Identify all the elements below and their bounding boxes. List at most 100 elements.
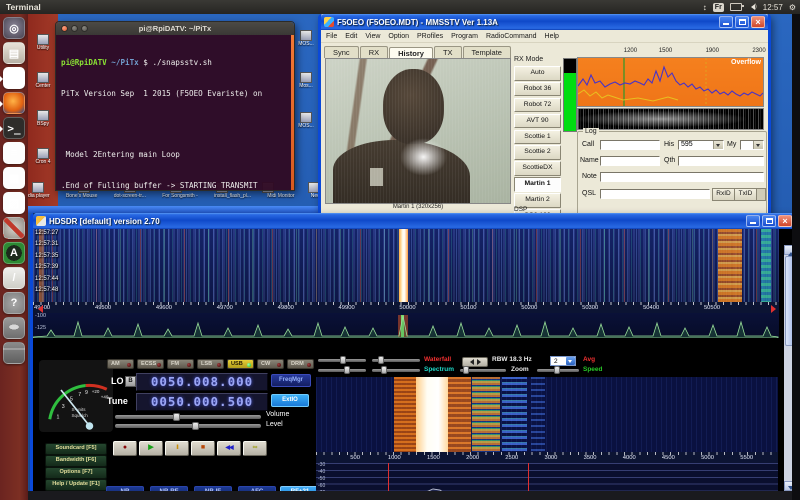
- desktop-icon[interactable]: Utility: [29, 34, 57, 51]
- desktop-icon[interactable]: Mos...: [292, 72, 320, 89]
- launcher-help-icon[interactable]: ?: [3, 292, 25, 314]
- mode-button[interactable]: LSB: [197, 359, 224, 369]
- session-gear-icon[interactable]: ⚙: [789, 3, 796, 12]
- chevron-down-icon[interactable]: [713, 141, 723, 149]
- rewind-button[interactable]: ◀◀: [217, 441, 241, 456]
- desktop-icon[interactable]: BSpy: [29, 110, 57, 127]
- menu-item[interactable]: File: [326, 33, 337, 40]
- desktop-icon-label[interactable]: Bone's Mouse: [66, 193, 98, 199]
- zoom-slider[interactable]: [460, 369, 506, 372]
- launcher-impress-icon[interactable]: ▨: [3, 192, 25, 214]
- note-input[interactable]: [600, 172, 764, 182]
- rf-spectrum[interactable]: [33, 313, 779, 338]
- options-button[interactable]: Options [F7]: [45, 467, 107, 479]
- volume-slider[interactable]: [115, 415, 261, 419]
- terminal-titlebar[interactable]: pi@RpiDATV: ~/PiTx: [56, 22, 294, 35]
- minimize-icon[interactable]: [71, 25, 78, 32]
- rx-mode-button[interactable]: Robot 72: [514, 98, 561, 113]
- lo-frequency-display[interactable]: 0050.008.000: [136, 373, 268, 391]
- launcher-updater-icon[interactable]: A: [3, 242, 25, 264]
- tab[interactable]: Template: [463, 46, 511, 58]
- audio-waterfall[interactable]: [316, 377, 778, 452]
- his-combobox[interactable]: 595: [678, 140, 724, 150]
- menu-item[interactable]: View: [365, 33, 380, 40]
- menu-item[interactable]: Help: [545, 33, 559, 40]
- chevron-down-icon[interactable]: [566, 357, 575, 365]
- terminal-body[interactable]: pi@RpiDATV ~/PiTx $ ./snapsstv.sh PiTx V…: [56, 35, 294, 190]
- launcher-firefox-icon[interactable]: [3, 92, 25, 114]
- rx-mode-button[interactable]: Martin 1: [514, 177, 561, 192]
- launcher-gedit-icon[interactable]: /: [3, 267, 25, 289]
- tune-frequency-display[interactable]: 0050.000.500: [136, 393, 268, 411]
- audio-spectrum[interactable]: [316, 463, 778, 491]
- freqmgr-button[interactable]: FreqMgr: [271, 374, 311, 387]
- rx-mode-button[interactable]: Scottie 2: [514, 145, 561, 160]
- desktop-icon-label[interactable]: For Songsmith -: [162, 193, 198, 199]
- tab[interactable]: Sync: [324, 46, 359, 58]
- launcher-writer-icon[interactable]: ≡: [3, 142, 25, 164]
- passband-edge-low[interactable]: [388, 463, 389, 491]
- launcher-files-icon[interactable]: ▤: [3, 42, 25, 64]
- band-button[interactable]: B: [125, 376, 136, 387]
- menu-item[interactable]: PRofiles: [417, 33, 443, 40]
- qsl-input[interactable]: [600, 189, 710, 199]
- minimize-button[interactable]: [746, 215, 760, 227]
- soundcard-button[interactable]: Soundcard [F5]: [45, 443, 107, 455]
- menu-item[interactable]: Option: [388, 33, 409, 40]
- menu-item[interactable]: Edit: [345, 33, 357, 40]
- waterfall-lower-slider[interactable]: [372, 359, 420, 362]
- network-icon[interactable]: ↕: [703, 3, 707, 12]
- scale-left-arrow-icon[interactable]: [34, 305, 43, 313]
- launcher-skype-icon[interactable]: S: [3, 67, 25, 89]
- rx-mode-button[interactable]: ScottieDX: [514, 161, 561, 176]
- avg-count-dropdown[interactable]: 2: [550, 356, 576, 366]
- launcher-dash-icon[interactable]: ◎: [3, 17, 25, 39]
- terminal-scrollbar[interactable]: [291, 35, 294, 190]
- my-combobox[interactable]: [740, 140, 764, 150]
- sstv-spectrum[interactable]: Overflow: [577, 57, 764, 107]
- chevron-down-icon[interactable]: [753, 141, 763, 149]
- launcher-calc-icon[interactable]: ▦: [3, 167, 25, 189]
- launcher-terminal-icon[interactable]: >_: [3, 117, 25, 139]
- rx-mode-button[interactable]: AVT 90: [514, 114, 561, 129]
- launcher-disks-icon[interactable]: [3, 317, 25, 339]
- rf-waterfall[interactable]: 12:57:2712:57:3112:57:3512:57:3912:57:44…: [33, 229, 779, 302]
- name-input[interactable]: [600, 156, 660, 166]
- tab[interactable]: RX: [360, 46, 388, 58]
- spectrum-upper-slider[interactable]: [318, 369, 366, 372]
- desktop-icon[interactable]: Center: [29, 72, 57, 89]
- rf-frequency-scale[interactable]: 4940049500496004970049800499005000050100…: [33, 302, 779, 313]
- txid-button[interactable]: TxID: [734, 188, 757, 201]
- volume-icon[interactable]: ): [748, 4, 757, 10]
- clock[interactable]: 12:57: [763, 3, 783, 12]
- mode-button[interactable]: CW: [257, 359, 284, 369]
- level-slider[interactable]: [115, 424, 261, 428]
- help-update-button[interactable]: Help / Update [F1]: [45, 479, 107, 491]
- menu-item[interactable]: Program: [451, 33, 478, 40]
- mode-button[interactable]: DRM: [287, 359, 314, 369]
- rx-mode-button[interactable]: Auto: [514, 66, 561, 81]
- play-button[interactable]: ▶: [139, 441, 163, 456]
- battery-icon[interactable]: [730, 3, 742, 11]
- bandwidth-button[interactable]: Bandwidth [F6]: [45, 455, 107, 467]
- pause-button[interactable]: II: [165, 441, 189, 456]
- waterfall-upper-slider[interactable]: [318, 359, 366, 362]
- desktop-icon-label[interactable]: dia player: [28, 193, 50, 199]
- desktop-icon[interactable]: Cron 4: [29, 148, 57, 165]
- desktop-icon[interactable]: MOS...: [292, 112, 320, 129]
- extio-button[interactable]: ExtIO: [271, 394, 309, 407]
- maximize-button[interactable]: [762, 215, 776, 227]
- minimize-button[interactable]: [719, 16, 733, 28]
- close-button[interactable]: ×: [751, 16, 765, 28]
- file-icon[interactable]: [32, 182, 44, 193]
- sstv-waterfall[interactable]: [577, 108, 764, 130]
- menu-item[interactable]: RadioCommand: [486, 33, 537, 40]
- desktop-icon-label[interactable]: install_flash_pl...: [214, 193, 251, 199]
- maximize-button[interactable]: [735, 16, 749, 28]
- record-button[interactable]: ●: [113, 441, 137, 456]
- mode-button[interactable]: AM: [107, 359, 134, 369]
- tab[interactable]: TX: [434, 46, 462, 58]
- passband-edge-high[interactable]: [528, 463, 529, 491]
- desktop-icon-label[interactable]: Midi Monitor: [267, 193, 294, 199]
- loop-button[interactable]: ∞: [243, 441, 267, 456]
